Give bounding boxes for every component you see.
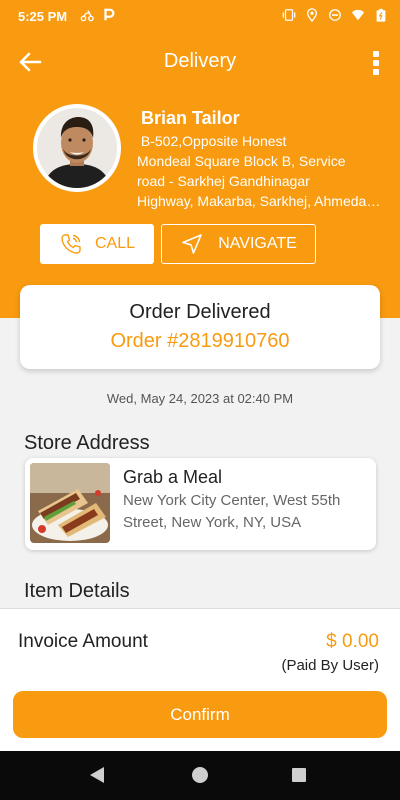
order-datetime: Wed, May 24, 2023 at 02:40 PM bbox=[106, 391, 294, 406]
store-card: Grab a Meal New York City Center, West 5… bbox=[25, 458, 376, 550]
nav-back-icon[interactable] bbox=[90, 767, 104, 783]
status-time: 5:25 PM bbox=[18, 9, 68, 24]
customer-name: Brian Tailor bbox=[141, 108, 240, 128]
store-address: New York City Center, West 55th Street, … bbox=[123, 492, 341, 531]
store-address-heading: Store Address bbox=[24, 432, 150, 454]
parking-p-icon bbox=[104, 8, 115, 21]
food-wrap-image bbox=[30, 463, 110, 543]
store-image bbox=[30, 463, 110, 543]
battery-icon bbox=[376, 8, 386, 22]
navigation-arrow-icon bbox=[182, 234, 203, 254]
address-line: Highway, Makarba, Sarkhej, Ahmedabad bbox=[137, 193, 385, 209]
invoice-label: Invoice Amount bbox=[18, 631, 148, 652]
call-label: CALL bbox=[94, 235, 136, 252]
nav-recents-icon[interactable] bbox=[292, 768, 306, 782]
order-number: Order #2819910760 bbox=[110, 330, 290, 352]
invoice-amount: $ 0.00 bbox=[326, 631, 379, 652]
nav-home-icon[interactable] bbox=[192, 767, 208, 783]
delivery-scooter-icon bbox=[80, 10, 94, 22]
address-line: Mondeal Square Block B, Service bbox=[137, 153, 346, 169]
confirm-button[interactable]: Confirm bbox=[13, 691, 387, 738]
do-not-disturb-icon bbox=[329, 9, 341, 21]
address-line: B-502,Opposite Honest bbox=[137, 133, 287, 149]
invoice-panel: Invoice Amount $ 0.00 (Paid By User) Con… bbox=[0, 608, 400, 751]
order-status-card: Order Delivered Order #2819910760 bbox=[20, 285, 380, 369]
page-title: Delivery bbox=[163, 50, 237, 72]
call-button[interactable]: CALL bbox=[40, 224, 154, 264]
customer-photo bbox=[37, 108, 117, 188]
vibrate-icon bbox=[282, 9, 296, 21]
system-navigation-bar bbox=[0, 751, 400, 800]
location-icon bbox=[306, 8, 318, 23]
order-status: Order Delivered bbox=[129, 301, 271, 323]
navigate-button[interactable]: NAVIGATE bbox=[161, 224, 316, 264]
address-line: road - Sarkhej Gandhinagar bbox=[137, 173, 310, 189]
store-name: Grab a Meal bbox=[123, 467, 223, 487]
payment-note: (Paid By User) bbox=[281, 657, 379, 674]
navigate-label: NAVIGATE bbox=[218, 235, 297, 252]
customer-address: B-502,Opposite Honest Mondeal Square Blo… bbox=[137, 131, 385, 213]
top-app-bar: Delivery bbox=[0, 40, 400, 84]
wifi-icon bbox=[351, 9, 365, 21]
customer-avatar bbox=[33, 104, 121, 192]
status-bar: 5:25 PM bbox=[0, 0, 400, 32]
more-vertical-icon[interactable] bbox=[368, 48, 384, 78]
phone-icon bbox=[61, 234, 81, 254]
item-details-heading: Item Details bbox=[24, 580, 130, 602]
